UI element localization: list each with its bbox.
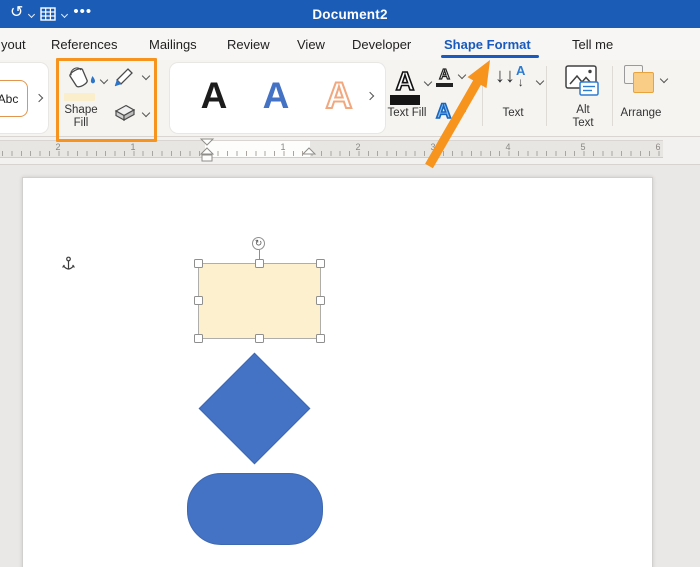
highlight-box-shape-fill: [56, 58, 157, 142]
group-separator: [546, 66, 547, 126]
word-window: ↺ ••• Document2 yout References Mailings…: [0, 0, 700, 567]
resize-handle-sw[interactable]: [194, 334, 203, 343]
title-bar: ↺ ••• Document2: [0, 0, 700, 28]
arrange-icon: [624, 65, 656, 95]
ruler-ticks: [0, 151, 663, 156]
tab-mailings[interactable]: Mailings: [149, 28, 197, 60]
ruler-number: 5: [577, 142, 589, 152]
rotation-connector: [259, 250, 260, 259]
group-separator: [612, 66, 613, 126]
wordart-styles-gallery: A A A: [170, 63, 385, 133]
tab-references[interactable]: References: [51, 28, 117, 60]
text-direction-icon: ↓↓ A ↓: [495, 65, 525, 88]
shape-styles-gallery: Abc: [0, 63, 48, 133]
ruler-number: 3: [427, 142, 439, 152]
tab-review[interactable]: Review: [227, 28, 270, 60]
wordart-next-icon[interactable]: [366, 92, 374, 100]
tab-view[interactable]: View: [297, 28, 325, 60]
text-effects-icon: A: [436, 101, 451, 123]
shape-rectangle-selected[interactable]: [198, 263, 321, 339]
ruler-number: 6: [652, 142, 664, 152]
text-fill-label: Text Fill: [384, 107, 430, 120]
ruler-number: 4: [502, 142, 514, 152]
indent-markers[interactable]: [196, 137, 321, 165]
arrange-chevron-down-icon[interactable]: [660, 75, 668, 83]
resize-handle-e[interactable]: [316, 296, 325, 305]
page[interactable]: [22, 177, 653, 567]
wordart-style-blue[interactable]: A: [254, 71, 298, 121]
text-fill-icon: A: [390, 68, 420, 105]
text-group-label: Text: [492, 107, 534, 120]
text-outline-icon: A: [436, 67, 453, 87]
ruler-number: 2: [52, 142, 64, 152]
ruler-number: 1: [127, 142, 139, 152]
shape-style-swatch[interactable]: Abc: [0, 80, 28, 117]
resize-handle-nw[interactable]: [194, 259, 203, 268]
arrange-label: Arrange: [614, 107, 668, 120]
resize-handle-w[interactable]: [194, 296, 203, 305]
text-fill-chevron-down-icon[interactable]: [424, 78, 432, 86]
document-canvas[interactable]: ↻: [0, 165, 700, 567]
tab-tell-me[interactable]: Tell me: [572, 28, 613, 60]
text-effects-chevron-down-icon[interactable]: [458, 107, 466, 115]
alt-text-label: Alt Text: [560, 104, 606, 130]
shape-rounded-rectangle[interactable]: [187, 473, 323, 545]
alt-text-icon: [565, 65, 600, 97]
resize-handle-ne[interactable]: [316, 259, 325, 268]
text-outline-chevron-down-icon[interactable]: [458, 71, 466, 79]
wordart-style-orange[interactable]: A: [317, 71, 361, 121]
anchor-icon: [61, 256, 76, 274]
tab-developer[interactable]: Developer: [352, 28, 411, 60]
resize-handle-se[interactable]: [316, 334, 325, 343]
resize-handle-n[interactable]: [255, 259, 264, 268]
tab-layout-partial[interactable]: yout: [1, 28, 26, 60]
active-tab-underline: [441, 55, 539, 58]
text-direction-chevron-down-icon[interactable]: [536, 77, 544, 85]
ruler-number: 2: [352, 142, 364, 152]
document-title: Document2: [0, 0, 700, 28]
gallery-next-icon[interactable]: [35, 94, 43, 102]
group-separator: [482, 66, 483, 126]
ribbon-tab-bar: yout References Mailings Review View Dev…: [0, 28, 700, 60]
wordart-style-black[interactable]: A: [192, 71, 236, 121]
rotation-handle[interactable]: ↻: [252, 237, 265, 250]
resize-handle-s[interactable]: [255, 334, 264, 343]
